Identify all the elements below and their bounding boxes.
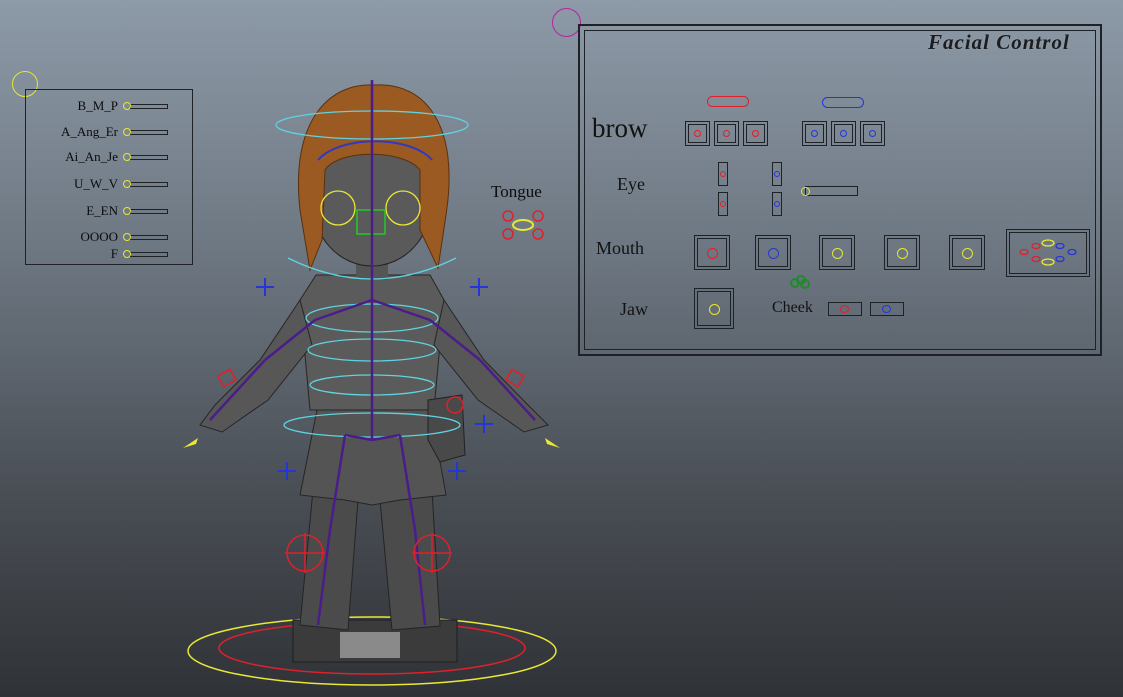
cheek-label: Cheek (772, 299, 813, 316)
phoneme-slider-label: B_M_P (77, 98, 118, 113)
control-ring-icon (768, 248, 779, 259)
phoneme-slider-ai-an-je[interactable]: Ai_An_Je (26, 149, 194, 165)
mouth-shape-control[interactable] (1006, 229, 1090, 277)
control-ring-icon (709, 304, 720, 315)
phoneme-slider-e-en[interactable]: E_EN (26, 203, 194, 219)
brow-left-mid-control[interactable] (714, 121, 739, 146)
control-ring-icon (774, 201, 780, 207)
brow-right-outer-control[interactable] (860, 121, 885, 146)
facial-panel-handle-icon[interactable] (552, 8, 581, 37)
slider-handle[interactable] (123, 153, 131, 161)
slider-track (130, 235, 168, 240)
tongue-control-icon[interactable] (502, 210, 544, 240)
tongue-label: Tongue (491, 182, 542, 201)
slider-handle[interactable] (123, 207, 131, 215)
control-ring-icon (720, 201, 726, 207)
brow-right-inner-control[interactable] (802, 121, 827, 146)
jaw-label: Jaw (620, 299, 648, 319)
control-ring-icon (694, 130, 701, 137)
phoneme-slider-label: U_W_V (73, 176, 118, 191)
control-ring-icon (832, 248, 843, 259)
control-ring-icon (720, 171, 726, 177)
mouth-left-corner-control[interactable] (694, 235, 730, 270)
slider-handle[interactable] (123, 180, 131, 188)
control-ring-icon (840, 130, 847, 137)
phoneme-slider-panel: B_M_P A_Ang_Er Ai_An_Je U_W_V E_EN OOOO … (25, 89, 193, 265)
phoneme-slider-f[interactable]: F (26, 246, 194, 262)
phoneme-slider-label: Ai_An_Je (65, 149, 118, 164)
cheek-right-control[interactable] (870, 302, 904, 316)
phoneme-slider-label: F (110, 246, 118, 261)
phoneme-slider-label: E_EN (86, 203, 118, 218)
control-ring-icon (962, 248, 973, 259)
slider-track (130, 130, 168, 135)
slider-track (130, 104, 168, 109)
phoneme-slider-label: A_Ang_Er (60, 124, 118, 139)
eye-right-upper-lid-control[interactable] (772, 162, 782, 186)
eye-right-lower-lid-control[interactable] (772, 192, 782, 216)
facial-control-title: Facial Control (928, 30, 1070, 54)
cheek-green-icon[interactable] (788, 274, 812, 290)
slider-handle[interactable] (123, 128, 131, 136)
slider-handle[interactable] (123, 250, 131, 258)
mouth-label: Mouth (596, 238, 645, 258)
brow-left-inner-control[interactable] (685, 121, 710, 146)
cheek-left-control[interactable] (828, 302, 862, 316)
phoneme-slider-u-w-v[interactable]: U_W_V (26, 176, 194, 192)
brow-left-master-control[interactable] (707, 96, 749, 107)
brow-right-master-control[interactable] (822, 97, 864, 108)
control-ring-icon (811, 130, 818, 137)
slider-track (130, 209, 168, 214)
eye-left-upper-lid-control[interactable] (718, 162, 728, 186)
slider-handle[interactable] (123, 233, 131, 241)
control-ring-icon (774, 171, 780, 177)
mouth-center-control[interactable] (949, 235, 985, 270)
mouth-right-corner-control[interactable] (755, 235, 791, 270)
jaw-control[interactable] (694, 288, 734, 329)
slider-track (130, 155, 168, 160)
mouth-lower-lip-control[interactable] (884, 235, 920, 270)
slider-track (130, 182, 168, 187)
slider-track (130, 252, 168, 257)
eye-left-lower-lid-control[interactable] (718, 192, 728, 216)
control-ring-icon (897, 248, 908, 259)
eye-label: Eye (617, 174, 645, 194)
control-ring-icon (723, 130, 730, 137)
control-ring-icon (752, 130, 759, 137)
control-ring-icon (840, 305, 849, 313)
control-ring-icon (882, 305, 891, 313)
eye-blink-slider[interactable] (805, 186, 858, 196)
control-ring-icon (707, 248, 718, 259)
phoneme-slider-a-ang-er[interactable]: A_Ang_Er (26, 124, 194, 140)
phoneme-slider-oooo[interactable]: OOOO (26, 229, 194, 245)
phoneme-slider-b-m-p[interactable]: B_M_P (26, 98, 194, 114)
mouth-upper-lip-control[interactable] (819, 235, 855, 270)
control-ring-icon (869, 130, 876, 137)
phoneme-slider-label: OOOO (80, 229, 118, 244)
eye-blink-slider-handle[interactable] (801, 187, 810, 196)
brow-right-mid-control[interactable] (831, 121, 856, 146)
slider-handle[interactable] (123, 102, 131, 110)
brow-label: brow (592, 113, 648, 143)
brow-left-outer-control[interactable] (743, 121, 768, 146)
mouth-shape-icon (1019, 239, 1077, 266)
